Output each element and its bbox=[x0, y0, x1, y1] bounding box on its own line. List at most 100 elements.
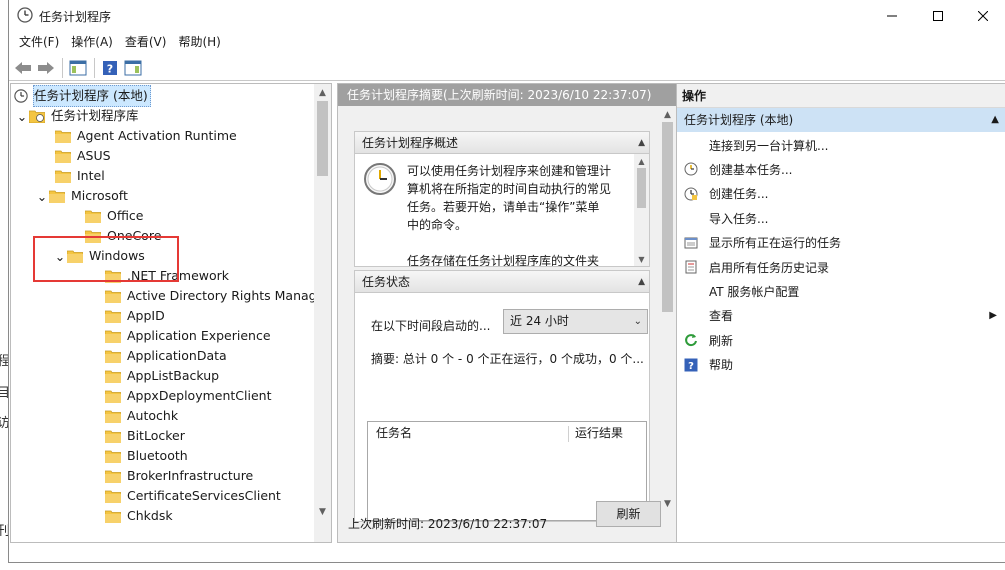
tree-node[interactable]: AppListBackup bbox=[91, 366, 219, 386]
actions-pane: 操作 任务计划程序 (本地) ▲ 连接到另一台计算机... 创建基本任务... 创建… bbox=[676, 83, 1005, 543]
tree-expander bbox=[91, 406, 105, 426]
tree-node[interactable]: AppxDeploymentClient bbox=[91, 386, 271, 406]
tree-node[interactable]: ⌄ Microsoft bbox=[35, 186, 128, 206]
collapse-up-icon[interactable]: ▲ bbox=[991, 108, 999, 132]
overview-text-line bbox=[407, 234, 617, 252]
overview-section-header[interactable]: 任务计划程序概述 ▲ bbox=[355, 132, 649, 154]
action-item[interactable]: 连接到另一台计算机... bbox=[677, 133, 1005, 157]
forward-button[interactable] bbox=[35, 57, 57, 79]
tree-node-label: Microsoft bbox=[71, 188, 128, 203]
tree-node[interactable]: Bluetooth bbox=[91, 446, 188, 466]
action-item-label: AT 服务帐户配置 bbox=[709, 284, 800, 299]
period-select[interactable]: 近 24 小时 ⌄ bbox=[503, 309, 648, 334]
tree-expander bbox=[91, 446, 105, 466]
menu-file[interactable]: 文件(F) bbox=[13, 31, 65, 53]
tree-expander bbox=[71, 226, 85, 246]
tree-node[interactable]: Autochk bbox=[91, 406, 178, 426]
tree-node[interactable]: ApplicationData bbox=[91, 346, 227, 366]
tree-expander bbox=[91, 266, 105, 286]
tree-node[interactable]: Chkdsk bbox=[91, 506, 173, 526]
overview-scrollbar[interactable]: ▲ ▼ bbox=[634, 154, 649, 266]
scrollbar-thumb[interactable] bbox=[637, 168, 646, 208]
folder-icon bbox=[105, 510, 121, 523]
tree-expander bbox=[91, 286, 105, 306]
overview-text-line: 任务。若要开始，请单击“操作”菜单 bbox=[407, 200, 600, 214]
actions-group-header[interactable]: 任务计划程序 (本地) ▲ bbox=[677, 108, 1005, 132]
help-button[interactable]: ? bbox=[99, 57, 121, 79]
tree-node[interactable]: Office bbox=[71, 206, 144, 226]
tree-node[interactable]: Agent Activation Runtime bbox=[53, 126, 237, 146]
folder-icon bbox=[85, 210, 101, 223]
scroll-down-icon[interactable]: ▼ bbox=[659, 495, 676, 512]
close-button[interactable] bbox=[960, 0, 1005, 31]
period-select-value: 近 24 小时 bbox=[510, 314, 569, 328]
action-item[interactable]: 导入任务... bbox=[677, 206, 1005, 230]
chevron-down-icon[interactable]: ⌄ bbox=[15, 106, 29, 126]
collapse-up-icon[interactable]: ▲ bbox=[638, 271, 645, 293]
tree-node[interactable]: BitLocker bbox=[91, 426, 185, 446]
clock-icon bbox=[364, 163, 396, 195]
tree-node-label: Intel bbox=[77, 168, 105, 183]
scroll-down-icon[interactable]: ▼ bbox=[634, 252, 649, 266]
scrollbar-thumb[interactable] bbox=[317, 101, 328, 176]
tree-node[interactable]: .NET Framework bbox=[91, 266, 229, 286]
tree-node[interactable]: ⌄ Windows bbox=[53, 246, 145, 266]
action-item[interactable]: 创建基本任务... bbox=[677, 157, 1005, 181]
tree-node[interactable]: AppID bbox=[91, 306, 165, 326]
minimize-button[interactable] bbox=[869, 0, 915, 31]
tree-node-library[interactable]: ⌄ 任务计划程序库 bbox=[15, 106, 139, 126]
help-icon: ? bbox=[683, 357, 699, 373]
chevron-down-icon[interactable]: ⌄ bbox=[35, 186, 49, 206]
tree-node[interactable]: Intel bbox=[53, 166, 105, 186]
tree-node[interactable]: BrokerInfrastructure bbox=[91, 466, 253, 486]
action-item[interactable]: 查看 ▶ bbox=[677, 304, 1005, 328]
tree-scrollbar[interactable]: ▲ ▼ bbox=[314, 84, 331, 542]
tree-node[interactable]: CertificateServicesClient bbox=[91, 486, 281, 506]
tree-node-root[interactable]: 任务计划程序 (本地) bbox=[13, 85, 151, 107]
action-item[interactable]: 显示所有正在运行的任务 bbox=[677, 231, 1005, 255]
menu-bar: 文件(F) 操作(A) 查看(V) 帮助(H) bbox=[9, 31, 1005, 53]
action-item[interactable]: 刷新 bbox=[677, 328, 1005, 352]
menu-action[interactable]: 操作(A) bbox=[65, 31, 119, 53]
action-item[interactable]: 启用所有任务历史记录 bbox=[677, 255, 1005, 279]
tree-node[interactable]: OneCore bbox=[71, 226, 161, 246]
running-tasks-icon bbox=[683, 235, 699, 251]
action-item[interactable]: ? 帮助 bbox=[677, 353, 1005, 377]
toolbar: ? bbox=[9, 55, 1005, 81]
scroll-up-icon[interactable]: ▲ bbox=[659, 106, 676, 123]
maximize-icon bbox=[933, 10, 943, 21]
window-title: 任务计划程序 bbox=[39, 10, 112, 24]
scroll-down-icon[interactable]: ▼ bbox=[314, 503, 331, 520]
folder-icon bbox=[49, 190, 65, 203]
column-header-run-result[interactable]: 运行结果 bbox=[575, 422, 623, 444]
tree-expander bbox=[71, 206, 85, 226]
summary-scrollbar[interactable]: ▲ ▼ bbox=[659, 106, 676, 542]
tree-node-label: AppID bbox=[127, 308, 165, 323]
chevron-down-icon[interactable]: ⌄ bbox=[53, 246, 67, 266]
folder-icon bbox=[105, 450, 121, 463]
maximize-button[interactable] bbox=[915, 0, 961, 31]
action-item[interactable]: AT 服务帐户配置 bbox=[677, 279, 1005, 303]
show-hide-action-pane-button[interactable] bbox=[122, 57, 144, 79]
action-item-label: 连接到另一台计算机... bbox=[709, 138, 829, 153]
menu-help[interactable]: 帮助(H) bbox=[172, 31, 226, 53]
task-status-header[interactable]: 任务状态 ▲ bbox=[355, 271, 649, 293]
tree-node[interactable]: ASUS bbox=[53, 146, 111, 166]
action-item-label: 刷新 bbox=[709, 333, 734, 348]
tree-node[interactable]: Active Directory Rights Manageme bbox=[91, 286, 331, 306]
back-button[interactable] bbox=[12, 57, 34, 79]
collapse-up-icon[interactable]: ▲ bbox=[638, 132, 645, 154]
actions-group-title: 任务计划程序 (本地) bbox=[684, 113, 794, 127]
scrollbar-thumb[interactable] bbox=[662, 122, 673, 312]
column-divider[interactable] bbox=[568, 426, 569, 442]
column-header-task-name[interactable]: 任务名 bbox=[376, 422, 412, 444]
action-item[interactable]: 创建任务... bbox=[677, 182, 1005, 206]
menu-view[interactable]: 查看(V) bbox=[119, 31, 173, 53]
tree-node[interactable]: Application Experience bbox=[91, 326, 271, 346]
overview-text-line: 任务存储在任务计划程序库的文件夹 bbox=[407, 254, 600, 266]
scroll-up-icon[interactable]: ▲ bbox=[314, 84, 331, 101]
refresh-button[interactable]: 刷新 bbox=[596, 501, 661, 527]
show-hide-console-tree-button[interactable] bbox=[67, 57, 89, 79]
scroll-up-icon[interactable]: ▲ bbox=[634, 154, 649, 168]
title-bar[interactable]: 任务计划程序 bbox=[9, 0, 1005, 31]
